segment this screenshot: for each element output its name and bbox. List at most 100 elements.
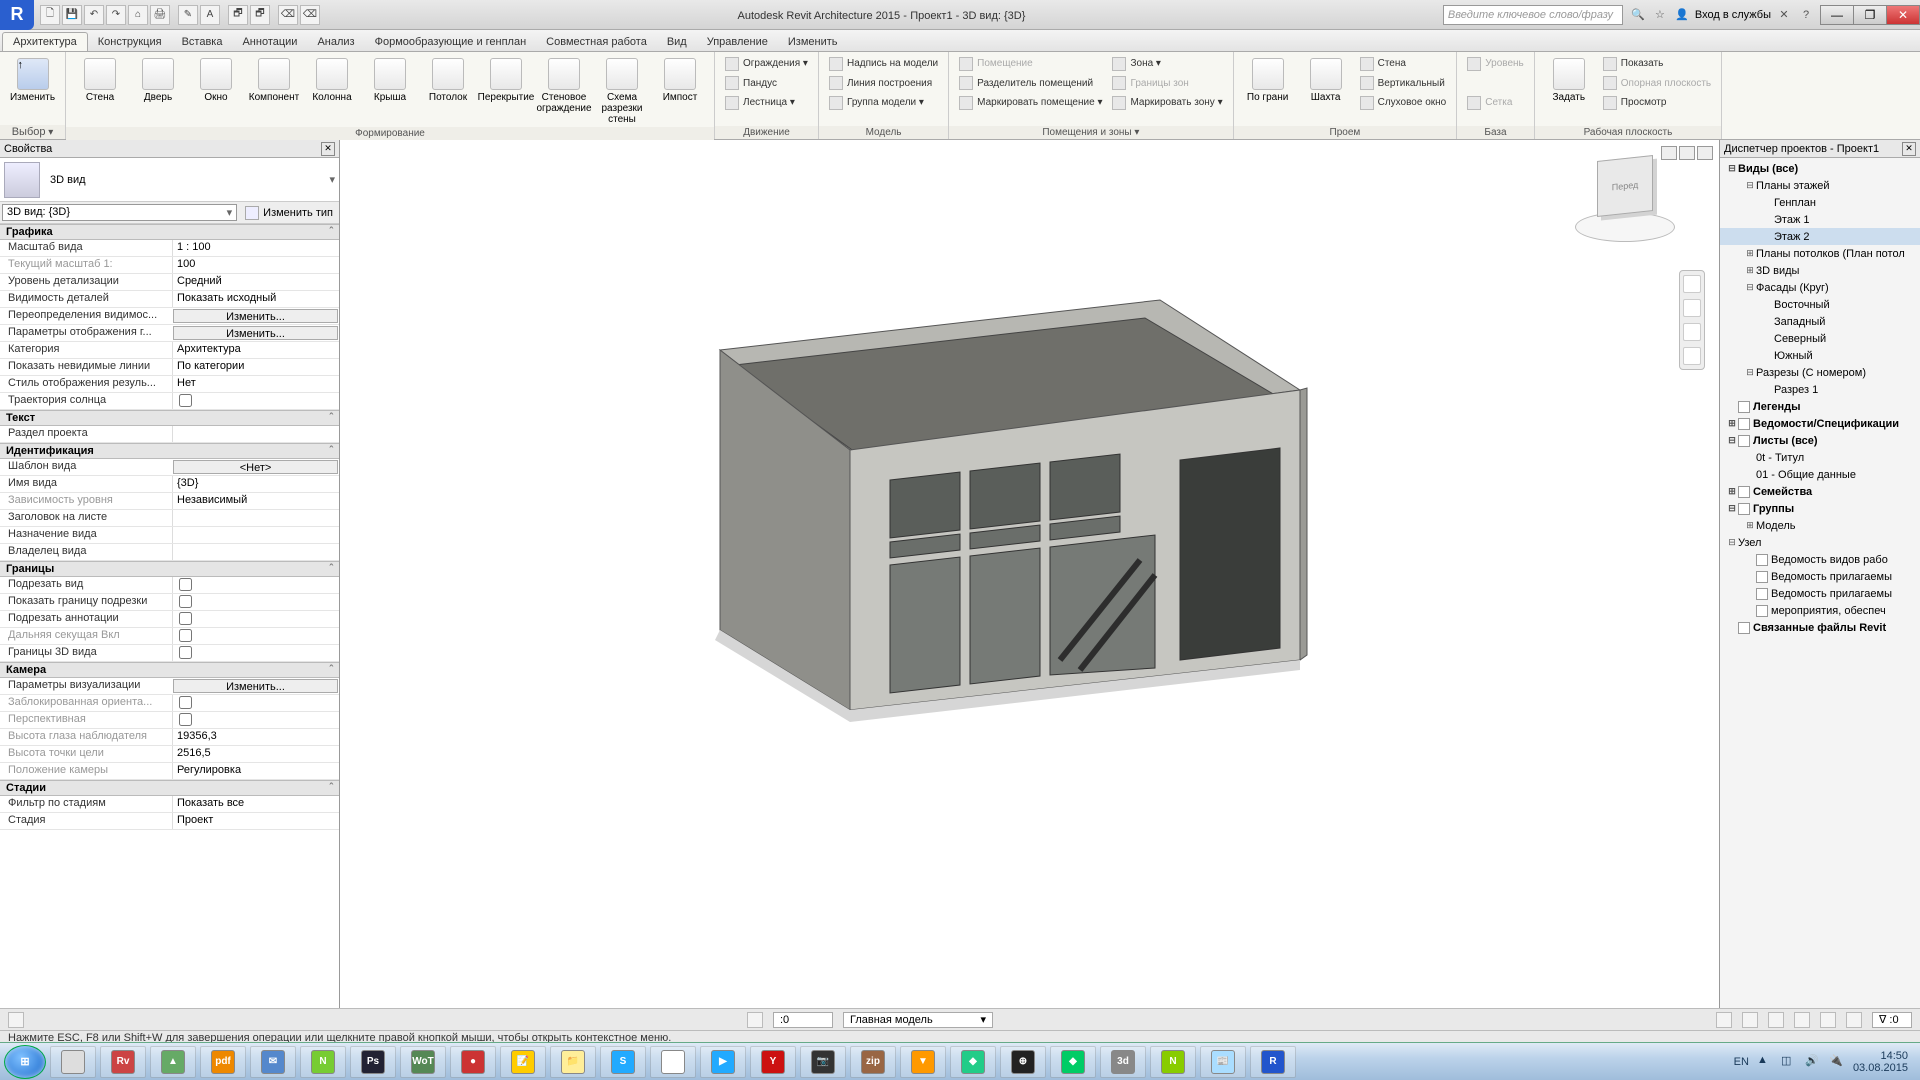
tree-node[interactable]: Ведомость прилагаемы xyxy=(1720,585,1920,602)
opening-face-button[interactable]: По грани xyxy=(1240,54,1296,103)
signin-icon[interactable]: 👤 xyxy=(1673,6,1691,24)
workset-combo[interactable]: Главная модель▾ xyxy=(843,1012,993,1028)
ribbon-row-button[interactable]: Стена xyxy=(1356,54,1451,73)
tray-vol-icon[interactable]: 🔊 xyxy=(1805,1054,1821,1070)
tray-power-icon[interactable]: 🔌 xyxy=(1829,1054,1845,1070)
ribbon-big-button[interactable]: Стена xyxy=(72,54,128,103)
prop-row[interactable]: Фильтр по стадиямПоказать все xyxy=(0,796,339,813)
minimize-button[interactable]: — xyxy=(1820,5,1854,25)
tree-node[interactable]: Легенды xyxy=(1720,398,1920,415)
taskbar-app[interactable]: N xyxy=(300,1046,346,1078)
taskbar-app[interactable]: pdf xyxy=(200,1046,246,1078)
prop-row[interactable]: Раздел проекта xyxy=(0,426,339,443)
tree-node[interactable]: ⊞Семейства xyxy=(1720,483,1920,500)
tree-node[interactable]: Этаж 2 xyxy=(1720,228,1920,245)
tree-node[interactable]: ⊟Виды (все) xyxy=(1720,160,1920,177)
prop-row[interactable]: Текущий масштаб 1:100 xyxy=(0,257,339,274)
prop-row[interactable]: Имя вида{3D} xyxy=(0,476,339,493)
taskbar-app[interactable]: Rv xyxy=(100,1046,146,1078)
ribbon-row-button[interactable]: Вертикальный xyxy=(1356,74,1451,93)
workplane-set-button[interactable]: Задать xyxy=(1541,54,1597,103)
ribbon-row-button[interactable]: Показать xyxy=(1599,54,1715,73)
ribbon-tab[interactable]: Архитектура xyxy=(2,32,88,51)
select-underlay-icon[interactable] xyxy=(1768,1012,1784,1028)
tree-node[interactable]: 0t - Титул xyxy=(1720,449,1920,466)
taskbar-app[interactable]: ▶ xyxy=(700,1046,746,1078)
ribbon-big-button[interactable]: Дверь xyxy=(130,54,186,103)
taskbar-app[interactable]: ● xyxy=(450,1046,496,1078)
tree-node[interactable]: Восточный xyxy=(1720,296,1920,313)
tree-node[interactable]: 01 - Общие данные xyxy=(1720,466,1920,483)
taskbar-app[interactable]: N xyxy=(1150,1046,1196,1078)
ribbon-big-button[interactable]: Потолок xyxy=(420,54,476,103)
qat-button[interactable]: ✎ xyxy=(178,5,198,25)
ribbon-tab[interactable]: Конструкция xyxy=(88,33,172,51)
prop-row[interactable]: Параметры визуализацииИзменить... xyxy=(0,678,339,695)
edit-type-button[interactable]: Изменить тип xyxy=(239,202,339,223)
tree-node[interactable]: Ведомость видов рабо xyxy=(1720,551,1920,568)
taskbar-app[interactable]: S xyxy=(600,1046,646,1078)
ribbon-tab[interactable]: Изменить xyxy=(778,33,848,51)
taskbar-app[interactable] xyxy=(50,1046,96,1078)
prop-row[interactable]: Видимость деталейПоказать исходный xyxy=(0,291,339,308)
tree-node[interactable]: Западный xyxy=(1720,313,1920,330)
prop-group-header[interactable]: Границыˆ xyxy=(0,561,339,577)
tree-node[interactable]: мероприятия, обеспеч xyxy=(1720,602,1920,619)
prop-group-header[interactable]: Текстˆ xyxy=(0,410,339,426)
qat-button[interactable]: 🗗 xyxy=(228,5,248,25)
ribbon-tab[interactable]: Вид xyxy=(657,33,697,51)
prop-row[interactable]: Уровень детализацииСредний xyxy=(0,274,339,291)
taskbar-app[interactable]: ▲ xyxy=(150,1046,196,1078)
prop-row[interactable]: Владелец вида xyxy=(0,544,339,561)
prop-group-header[interactable]: Стадииˆ xyxy=(0,780,339,796)
ribbon-row-button[interactable]: Ограждения ▾ xyxy=(721,54,812,73)
ribbon-tab[interactable]: Анализ xyxy=(307,33,364,51)
tree-node[interactable]: Связанные файлы Revit xyxy=(1720,619,1920,636)
tree-node[interactable]: Генплан xyxy=(1720,194,1920,211)
maximize-button[interactable]: ❐ xyxy=(1853,5,1887,25)
mdi-close-icon[interactable] xyxy=(1697,146,1713,160)
orbit-icon[interactable] xyxy=(1683,347,1701,365)
3d-canvas[interactable]: Перед xyxy=(340,140,1719,1012)
ribbon-tab[interactable]: Вставка xyxy=(172,33,233,51)
taskbar-app[interactable]: ◆ xyxy=(1050,1046,1096,1078)
tree-node[interactable]: ⊞Модель xyxy=(1720,517,1920,534)
navigation-bar[interactable] xyxy=(1679,270,1705,370)
tree-node[interactable]: Северный xyxy=(1720,330,1920,347)
workset-icon[interactable] xyxy=(8,1012,24,1028)
help-icon[interactable]: ? xyxy=(1797,6,1815,24)
properties-close-icon[interactable]: ✕ xyxy=(321,142,335,156)
taskbar-app[interactable]: R xyxy=(1250,1046,1296,1078)
select-links-icon[interactable] xyxy=(1742,1012,1758,1028)
ribbon-big-button[interactable]: Крыша xyxy=(362,54,418,103)
signin-label[interactable]: Вход в службы xyxy=(1695,9,1771,21)
tree-node[interactable]: ⊟Фасады (Круг) xyxy=(1720,279,1920,296)
prop-row[interactable]: Зависимость уровняНезависимый xyxy=(0,493,339,510)
ribbon-row-button[interactable]: Разделитель помещений xyxy=(955,74,1106,93)
tree-node[interactable]: Этаж 1 xyxy=(1720,211,1920,228)
qat-button[interactable]: ↷ xyxy=(106,5,126,25)
ribbon-row-button[interactable]: Группа модели ▾ xyxy=(825,93,942,112)
tree-node[interactable]: ⊞3D виды xyxy=(1720,262,1920,279)
taskbar-app[interactable]: ⊕ xyxy=(1000,1046,1046,1078)
tree-node[interactable]: ⊞Ведомости/Спецификации xyxy=(1720,415,1920,432)
ribbon-tab[interactable]: Формообразующие и генплан xyxy=(365,33,537,51)
taskbar-app[interactable]: WoT xyxy=(400,1046,446,1078)
prop-row[interactable]: Масштаб вида1 : 100 xyxy=(0,240,339,257)
ribbon-big-button[interactable]: Перекрытие xyxy=(478,54,534,103)
prop-row[interactable]: Подрезать аннотации xyxy=(0,611,339,628)
tree-node[interactable]: Южный xyxy=(1720,347,1920,364)
qat-button[interactable]: ⌫ xyxy=(300,5,320,25)
qat-button[interactable]: 💾 xyxy=(62,5,82,25)
prop-row[interactable]: Положение камерыРегулировка xyxy=(0,763,339,780)
qat-button[interactable]: ⌫ xyxy=(278,5,298,25)
ribbon-row-button[interactable]: Лестница ▾ xyxy=(721,93,812,112)
prop-row[interactable]: Заблокированная ориента... xyxy=(0,695,339,712)
prop-row[interactable]: Траектория солнца xyxy=(0,393,339,410)
prop-row[interactable]: Показать невидимые линииПо категории xyxy=(0,359,339,376)
exchange-icon[interactable]: ✕ xyxy=(1775,6,1793,24)
type-selector[interactable]: 3D вид ▾ xyxy=(0,158,339,202)
prop-row[interactable]: СтадияПроект xyxy=(0,813,339,830)
prop-row[interactable]: Показать границу подрезки xyxy=(0,594,339,611)
browser-close-icon[interactable]: ✕ xyxy=(1902,142,1916,156)
